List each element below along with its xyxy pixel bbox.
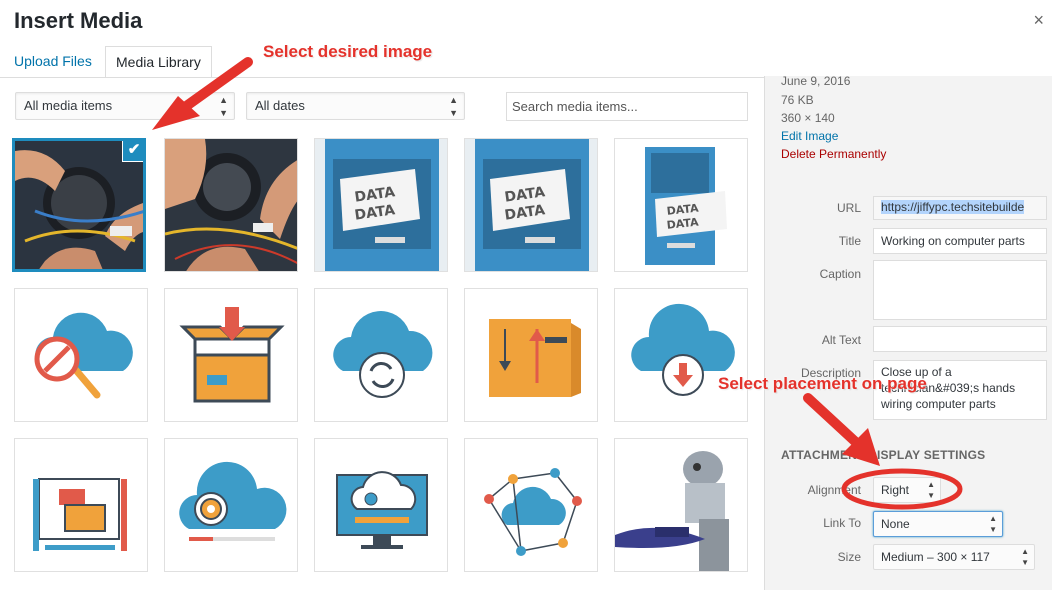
select-arrows-icon: ▲ ▼ <box>1021 547 1029 567</box>
robot-photo <box>615 439 747 571</box>
media-item[interactable]: DATA DATA <box>614 138 748 272</box>
tab-divider <box>0 77 764 78</box>
media-item[interactable] <box>14 438 148 572</box>
cloud-sync-icon <box>333 311 433 398</box>
monitor-cloud-icon <box>336 471 428 549</box>
alignment-label: Alignment <box>807 483 861 497</box>
link-to-select[interactable]: None ▲ ▼ <box>873 511 1003 537</box>
alt-text-label: Alt Text <box>821 333 861 347</box>
alignment-value: Right <box>881 483 910 497</box>
delete-permanently-link[interactable]: Delete Permanently <box>781 147 886 161</box>
select-arrows-icon: ▲ ▼ <box>219 95 228 118</box>
data-cabinet-image: DATA DATA <box>465 139 597 271</box>
annotation-select-image: Select desired image <box>263 42 433 61</box>
media-item[interactable] <box>464 438 598 572</box>
caption-label: Caption <box>819 267 861 281</box>
media-type-filter[interactable]: All media items ▲ ▼ <box>15 92 235 120</box>
link-to-label: Link To <box>823 516 861 530</box>
media-item[interactable] <box>164 288 298 422</box>
modal-title: Insert Media <box>14 8 143 33</box>
alignment-select[interactable]: Right ▲ ▼ <box>873 477 941 503</box>
select-arrows-icon: ▲ ▼ <box>449 95 458 118</box>
size-label: Size <box>837 550 861 564</box>
media-item[interactable] <box>14 288 148 422</box>
media-item[interactable] <box>164 438 298 572</box>
media-item[interactable]: DATA DATA <box>314 138 448 272</box>
select-arrows-icon: ▲ ▼ <box>927 480 935 500</box>
data-cabinet-image: DATA DATA <box>615 139 747 271</box>
design-tools-icon <box>33 478 127 551</box>
display-settings-heading: ATTACHMENT DISPLAY SETTINGS <box>781 448 986 462</box>
date-filter-value: All dates <box>255 98 305 113</box>
url-label: URL <box>836 201 861 215</box>
select-arrows-icon: ▲ ▼ <box>989 514 997 534</box>
media-item[interactable] <box>614 438 748 572</box>
media-item[interactable] <box>614 288 748 422</box>
alt-text-field[interactable] <box>873 326 1047 352</box>
url-value: https://jiffypc.techsitebuilde <box>881 200 1025 214</box>
tab-upload-files[interactable]: Upload Files <box>4 46 102 77</box>
media-type-filter-value: All media items <box>24 98 113 113</box>
link-to-value: None <box>881 517 910 531</box>
size-select[interactable]: Medium – 300 × 117 ▲ ▼ <box>873 544 1035 570</box>
date-filter[interactable]: All dates ▲ ▼ <box>246 92 465 120</box>
selected-check-icon[interactable]: ✔ <box>122 141 143 162</box>
cloud-download-icon <box>631 303 735 396</box>
media-item[interactable]: ✔ <box>12 138 146 272</box>
cloud-search-icon <box>34 312 133 399</box>
box-download-icon <box>179 307 285 403</box>
cloud-settings-icon <box>179 461 287 541</box>
image-dimensions: 360 × 140 <box>781 111 835 125</box>
edit-image-link[interactable]: Edit Image <box>781 129 838 143</box>
media-item[interactable] <box>314 438 448 572</box>
attachment-details-sidebar: June 9, 2016 76 KB 360 × 140 Edit Image … <box>764 76 1052 590</box>
media-item[interactable]: DATA DATA <box>464 138 598 272</box>
wiring-photo <box>165 139 297 271</box>
size-value: Medium – 300 × 117 <box>881 550 990 564</box>
data-cabinet-image: DATA DATA <box>315 139 447 271</box>
search-media-input[interactable] <box>506 92 748 121</box>
cloud-network-icon <box>484 468 582 556</box>
title-label: Title <box>838 234 861 248</box>
url-field[interactable]: https://jiffypc.techsitebuilde <box>873 196 1047 220</box>
upload-date: June 9, 2016 <box>781 76 851 88</box>
tab-media-library[interactable]: Media Library <box>105 46 212 78</box>
title-field[interactable]: Working on computer parts <box>873 228 1047 254</box>
caption-field[interactable] <box>873 260 1047 320</box>
media-item[interactable] <box>314 288 448 422</box>
media-item[interactable] <box>164 138 298 272</box>
media-item[interactable] <box>464 288 598 422</box>
annotation-select-placement: Select placement on page <box>718 374 927 393</box>
close-icon[interactable]: × <box>1033 10 1044 31</box>
file-size: 76 KB <box>781 93 814 107</box>
folder-upload-icon <box>489 319 581 397</box>
